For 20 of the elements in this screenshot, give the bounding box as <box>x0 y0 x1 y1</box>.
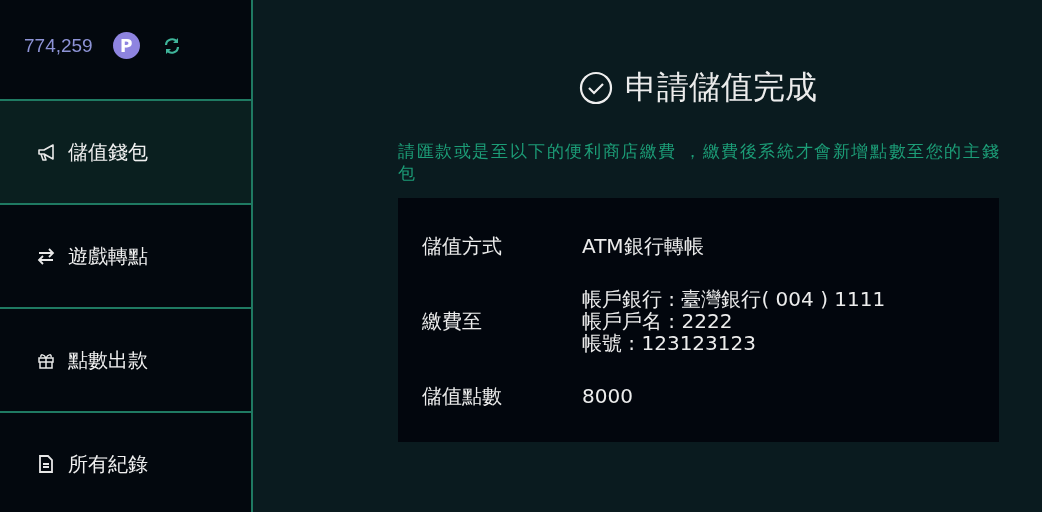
detail-label: 儲值方式 <box>422 232 503 260</box>
transfer-arrows-icon <box>36 246 56 266</box>
document-icon <box>36 454 56 474</box>
detail-value: 帳戶銀行 : 臺灣銀行( 004 ) 1111 <box>582 288 886 310</box>
megaphone-icon <box>36 142 56 162</box>
detail-label: 繳費至 <box>422 307 483 335</box>
sidebar-item[interactable]: 所有紀錄 <box>0 413 251 512</box>
check-circle-icon <box>579 71 613 105</box>
sidebar-item[interactable]: 點數出款 <box>0 309 251 413</box>
point-balance: 774,259 <box>24 34 93 57</box>
points-badge: P <box>112 32 140 59</box>
detail-label: 儲值點數 <box>422 382 503 410</box>
detail-value: 帳號 : 123123123 <box>582 332 757 354</box>
sidebar-item[interactable]: 遊戲轉點 <box>0 205 251 309</box>
page-title: 申請儲值完成 <box>625 67 817 108</box>
detail-value: 帳戶戶名 : 2222 <box>582 310 734 332</box>
notice-text: 請匯款或是至以下的便利商店繳費 ，繳費後系統才會新增點數至您的主錢包 <box>398 140 1002 184</box>
detail-value: ATM銀行轉帳 <box>582 235 704 257</box>
sidebar-item[interactable]: 儲值錢包 <box>0 101 251 205</box>
detail-value: 8000 <box>582 385 633 407</box>
